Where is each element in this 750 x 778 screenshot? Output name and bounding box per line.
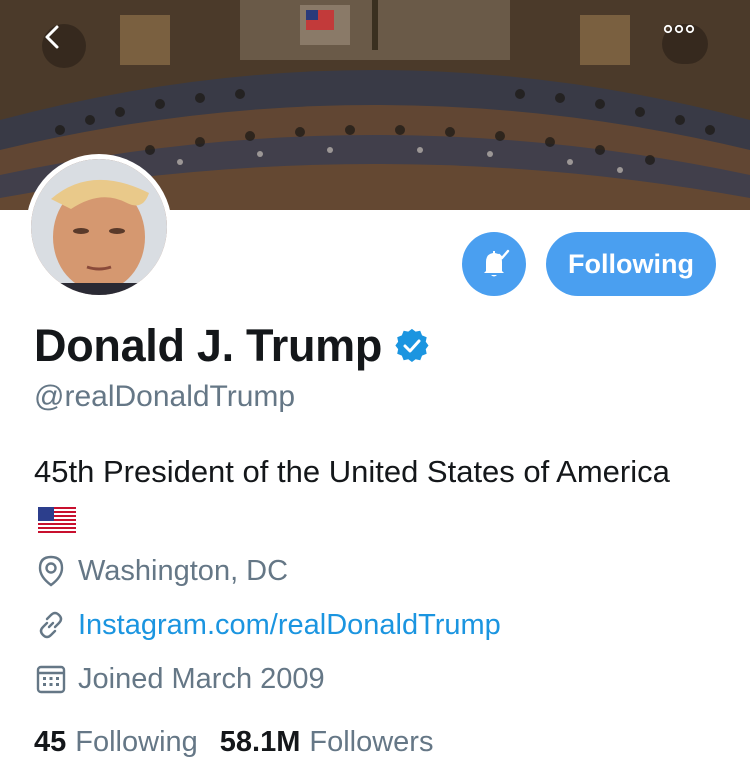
following-count: 45 xyxy=(34,726,67,758)
profile-location: Washington, DC xyxy=(34,554,288,588)
us-flag-icon xyxy=(38,499,76,547)
followers-count: 58.1M xyxy=(219,726,301,758)
bio-text: 45th President of the United States of A… xyxy=(34,454,670,489)
more-options-button[interactable] xyxy=(662,24,708,64)
calendar-icon xyxy=(34,662,68,696)
verified-badge-icon xyxy=(395,328,429,363)
verified-badge xyxy=(394,328,430,364)
profile-bio: 45th President of the United States of A… xyxy=(34,448,674,547)
profile-joined: Joined March 2009 xyxy=(34,662,325,696)
profile-name: Donald J. Trump xyxy=(34,320,383,371)
profile-avatar[interactable] xyxy=(26,154,172,300)
profile-handle: @realDonaldTrump xyxy=(34,380,296,413)
avatar-image xyxy=(31,159,167,295)
chevron-left-icon xyxy=(45,25,59,49)
more-dots-icon xyxy=(663,24,695,34)
location-text: Washington, DC xyxy=(78,554,289,587)
joined-text: Joined March 2009 xyxy=(78,662,325,695)
profile-name-row: Donald J. Trump xyxy=(34,320,430,372)
website-link[interactable]: Instagram.com/realDonaldTrump xyxy=(78,609,501,642)
location-pin-icon xyxy=(34,554,68,588)
profile-stats: 45 Following 58.1M Followers xyxy=(34,726,433,759)
following-stat[interactable]: 45 Following xyxy=(34,726,198,759)
followers-label: Followers xyxy=(309,726,434,758)
notifications-button[interactable] xyxy=(462,232,526,296)
following-button[interactable]: Following xyxy=(546,232,716,296)
link-icon xyxy=(34,608,68,642)
back-button[interactable] xyxy=(42,24,86,68)
followers-stat[interactable]: 58.1M Followers xyxy=(220,726,434,759)
bell-check-icon xyxy=(484,249,510,277)
following-label: Following xyxy=(75,726,198,758)
profile-website[interactable]: Instagram.com/realDonaldTrump xyxy=(34,608,501,642)
